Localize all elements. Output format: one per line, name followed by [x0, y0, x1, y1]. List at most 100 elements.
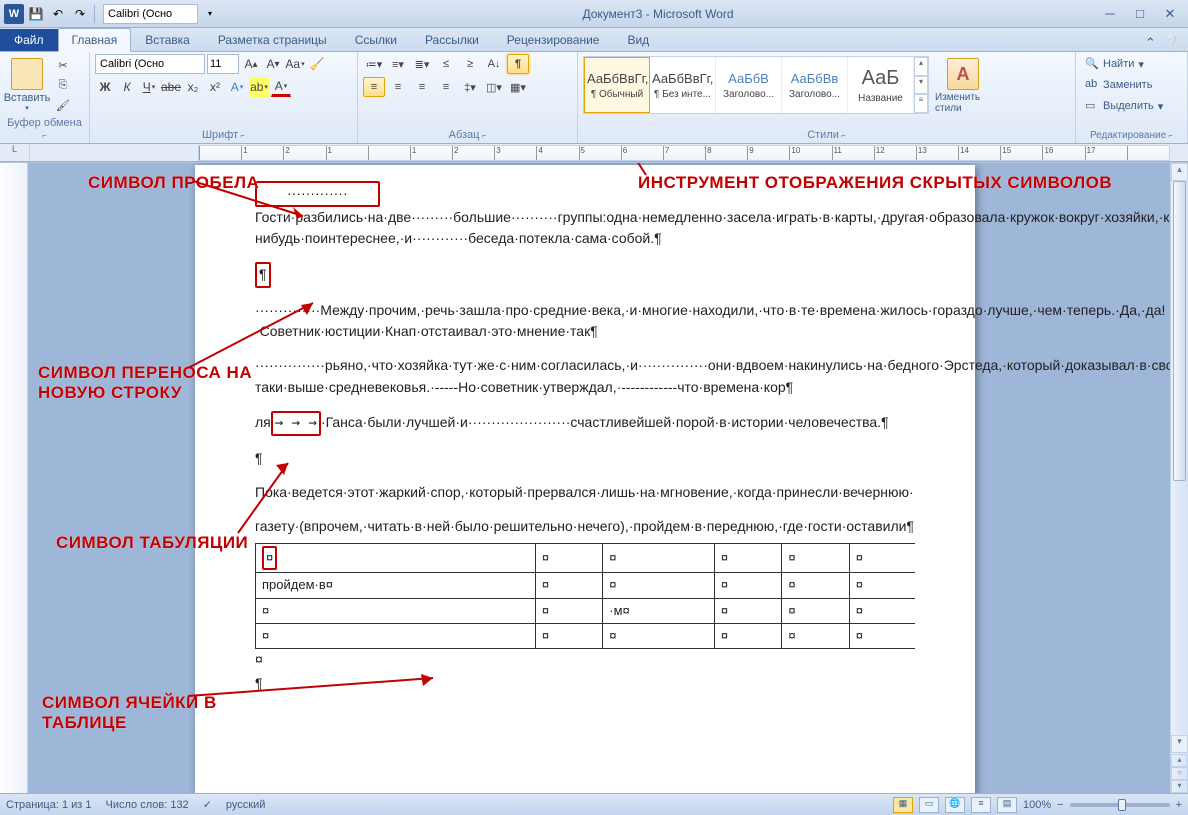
paragraph-8[interactable]: газету·(впрочем,·читать·в·ней·было·решит…	[255, 516, 915, 538]
text-effects-icon[interactable]: A	[227, 77, 247, 97]
zoom-slider[interactable]	[1070, 803, 1170, 807]
status-page[interactable]: Страница: 1 из 1	[6, 799, 92, 811]
multilevel-icon[interactable]: ≣▾	[411, 54, 433, 74]
zoom-knob[interactable]	[1118, 799, 1126, 811]
vertical-scrollbar[interactable]: ▴ ▾ ▴ ○ ▾	[1170, 163, 1188, 793]
strike-icon[interactable]: abe	[161, 77, 181, 97]
font-color-icon[interactable]: A	[271, 77, 291, 97]
print-layout-view-icon[interactable]: ▦	[893, 797, 913, 813]
gallery-expand-icon[interactable]: ≡	[914, 94, 928, 113]
bold-icon[interactable]: Ж	[95, 77, 115, 97]
style-no-spacing[interactable]: АаБбВвГг,¶ Без инте...	[650, 57, 716, 113]
borders-icon[interactable]: ▦▾	[507, 77, 529, 97]
style-heading1[interactable]: АаБбВЗаголово...	[716, 57, 782, 113]
tab-review[interactable]: Рецензирование	[493, 28, 614, 51]
prev-page-icon[interactable]: ▴	[1171, 754, 1188, 767]
decrease-indent-icon[interactable]: ≤	[435, 54, 457, 74]
horizontal-ruler[interactable]: 1211234567891011121314151617	[198, 145, 1170, 161]
font-name-input[interactable]	[95, 54, 205, 74]
style-heading2[interactable]: АаБбВвЗаголово...	[782, 57, 848, 113]
scroll-down-icon[interactable]: ▾	[1171, 735, 1188, 753]
outline-view-icon[interactable]: ≡	[971, 797, 991, 813]
status-language[interactable]: русский	[226, 799, 265, 811]
undo-icon[interactable]: ↶	[48, 4, 68, 24]
justify-icon[interactable]: ≡	[435, 77, 457, 97]
next-page-icon[interactable]: ▾	[1171, 780, 1188, 793]
subscript-icon[interactable]: x₂	[183, 77, 203, 97]
copy-icon[interactable]: ⎘	[53, 76, 73, 94]
replace-button[interactable]: abЗаменить	[1081, 75, 1182, 95]
tab-mailings[interactable]: Рассылки	[411, 28, 493, 51]
after-table-mark[interactable]: ¤	[255, 649, 915, 671]
annotation-newline-1: СИМВОЛ ПЕРЕНОСА НА	[38, 363, 252, 383]
increase-indent-icon[interactable]: ≥	[459, 54, 481, 74]
underline-icon[interactable]: Ч	[139, 77, 159, 97]
web-layout-view-icon[interactable]: 🌐	[945, 797, 965, 813]
document-table[interactable]: ¤¤¤¤¤¤ пройдем·в¤¤¤¤¤¤ ¤¤·м¤¤¤¤ ¤¤¤¤¤¤	[255, 543, 915, 649]
qat-customize-icon[interactable]: ▾	[200, 4, 220, 24]
style-normal[interactable]: АаБбВвГг,¶ Обычный	[584, 57, 650, 113]
style-title[interactable]: АаБНазвание	[848, 57, 914, 113]
show-hide-pilcrow-button[interactable]: ¶	[507, 54, 529, 74]
change-styles-button[interactable]: A Изменить стили	[933, 56, 993, 116]
draft-view-icon[interactable]: ▤	[997, 797, 1017, 813]
paragraph-2[interactable]: ¶	[255, 262, 915, 288]
redo-icon[interactable]: ↷	[70, 4, 90, 24]
tab-layout[interactable]: Разметка страницы	[204, 28, 341, 51]
highlight-icon[interactable]: ab	[249, 77, 269, 97]
zoom-in-icon[interactable]: +	[1176, 799, 1182, 811]
status-words[interactable]: Число слов: 132	[106, 799, 189, 811]
zoom-level[interactable]: 100%	[1023, 799, 1051, 811]
final-pilcrow[interactable]: ¶	[255, 673, 915, 695]
browse-object-icon[interactable]: ○	[1171, 767, 1188, 780]
paragraph-6[interactable]: ¶	[255, 448, 915, 470]
change-case-icon[interactable]: Aa	[285, 54, 305, 74]
tab-file[interactable]: Файл	[0, 29, 58, 51]
cut-icon[interactable]: ✂	[53, 56, 73, 74]
save-icon[interactable]: 💾	[26, 4, 46, 24]
font-size-input[interactable]	[207, 54, 239, 74]
shading-icon[interactable]: ◫▾	[483, 77, 505, 97]
status-proofing-icon[interactable]: ✓	[203, 798, 212, 811]
align-left-icon[interactable]: ≡	[363, 77, 385, 97]
shrink-font-icon[interactable]: A▾	[263, 54, 283, 74]
paragraph-3[interactable]: ··············Между·прочим,·речь·зашла·п…	[255, 300, 915, 343]
paragraph-4[interactable]: ···············рьяно,·что·хозяйка·тут·же…	[255, 355, 915, 398]
superscript-icon[interactable]: x²	[205, 77, 225, 97]
style-gallery[interactable]: АаБбВвГг,¶ Обычный АаБбВвГг,¶ Без инте..…	[583, 56, 929, 114]
qat-font-selector[interactable]	[103, 4, 198, 24]
tab-home[interactable]: Главная	[58, 28, 132, 52]
line-spacing-icon[interactable]: ‡▾	[459, 77, 481, 97]
numbering-icon[interactable]: ≡▾	[387, 54, 409, 74]
gallery-down-icon[interactable]: ▾	[914, 76, 928, 95]
align-center-icon[interactable]: ≡	[387, 77, 409, 97]
paragraph-7[interactable]: Пока·ведется·этот·жаркий·спор,·который·п…	[255, 482, 915, 504]
close-button[interactable]: ✕	[1156, 5, 1184, 23]
maximize-button[interactable]: □	[1126, 5, 1154, 23]
help-icon[interactable]: ❔	[1164, 35, 1180, 51]
align-right-icon[interactable]: ≡	[411, 77, 433, 97]
minimize-button[interactable]: ─	[1096, 5, 1124, 23]
minimize-ribbon-icon[interactable]: ⌃	[1145, 35, 1156, 51]
italic-icon[interactable]: К	[117, 77, 137, 97]
bullets-icon[interactable]: ≔▾	[363, 54, 385, 74]
find-button[interactable]: 🔍Найти ▾	[1081, 54, 1182, 74]
full-screen-view-icon[interactable]: ▭	[919, 797, 939, 813]
clear-formatting-icon[interactable]: 🧹	[307, 54, 327, 74]
select-button[interactable]: ▭Выделить ▾	[1081, 96, 1182, 116]
scroll-up-icon[interactable]: ▴	[1171, 163, 1188, 181]
paragraph-5[interactable]: ля→ → →·Ганса·были·лучшей·и·············…	[255, 411, 915, 437]
tab-view[interactable]: Вид	[613, 28, 663, 51]
format-painter-icon[interactable]: 🖌	[53, 96, 73, 114]
scroll-thumb[interactable]	[1173, 181, 1186, 481]
paste-button[interactable]: Вставить ▾	[5, 56, 49, 114]
zoom-out-icon[interactable]: −	[1057, 799, 1063, 811]
sort-icon[interactable]: A↓	[483, 54, 505, 74]
vertical-ruler[interactable]	[0, 163, 28, 793]
tab-insert[interactable]: Вставка	[131, 28, 204, 51]
tab-references[interactable]: Ссылки	[341, 28, 411, 51]
page-content[interactable]: ·············Гости·разбились·на·две·····…	[195, 165, 975, 736]
grow-font-icon[interactable]: A▴	[241, 54, 261, 74]
gallery-up-icon[interactable]: ▴	[914, 57, 928, 76]
document-scroll[interactable]: ·············Гости·разбились·на·две·····…	[28, 163, 1188, 793]
